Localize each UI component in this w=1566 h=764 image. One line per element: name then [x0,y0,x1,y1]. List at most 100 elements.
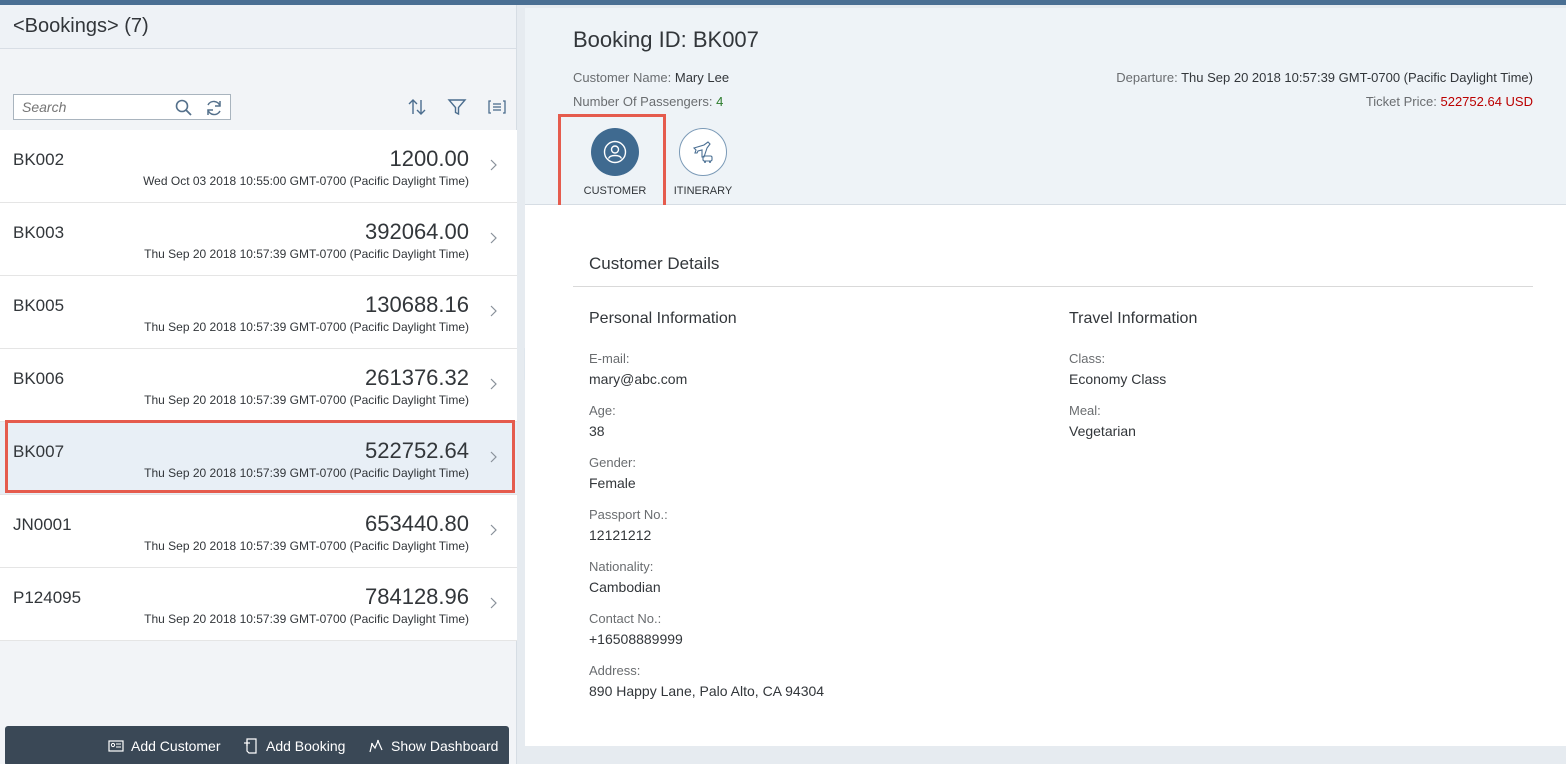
add-booking-label: Add Booking [266,738,346,754]
master-pane: <Bookings> (7) BK002 1200.00 Wed Oct 03 … [0,5,517,764]
booking-amount: 392064.00 [365,219,469,244]
booking-list: BK002 1200.00 Wed Oct 03 2018 10:55:00 G… [0,130,517,641]
nationality-value: Cambodian [589,579,661,595]
personal-info-title: Personal Information [589,310,737,327]
list-item[interactable]: BK002 1200.00 Wed Oct 03 2018 10:55:00 G… [0,130,517,203]
booking-amount: 261376.32 [365,365,469,390]
booking-date: Thu Sep 20 2018 10:57:39 GMT-0700 (Pacif… [144,539,469,553]
chevron-right-icon [488,158,498,172]
age-label: Age: [589,403,616,418]
customer-name-value: Mary Lee [674,70,730,85]
refresh-icon[interactable] [204,98,224,118]
booking-id: P124095 [13,588,82,607]
booking-date: Thu Sep 20 2018 10:57:39 GMT-0700 (Pacif… [144,466,469,480]
address-value: 890 Happy Lane, Palo Alto, CA 94304 [589,683,825,699]
ticket-price-value: 522752.64 USD [1440,94,1533,109]
ticket-price-attribute: Ticket Price: 522752.64 USD [1366,94,1533,109]
booking-date: Thu Sep 20 2018 10:57:39 GMT-0700 (Pacif… [144,247,469,261]
departure-value: Thu Sep 20 2018 10:57:39 GMT-0700 (Pacif… [1181,70,1533,85]
booking-id: BK007 [13,442,65,461]
booking-amount: 522752.64 [365,438,469,463]
email-value: mary@abc.com [589,371,688,387]
departure-label: Departure: [1116,70,1178,85]
meal-label: Meal: [1069,403,1101,418]
chevron-right-icon [488,450,498,464]
booking-date: Thu Sep 20 2018 10:57:39 GMT-0700 (Pacif… [144,393,469,407]
booking-amount: 653440.80 [365,511,469,536]
booking-date: Wed Oct 03 2018 10:55:00 GMT-0700 (Pacif… [143,174,469,188]
list-item[interactable]: BK006 261376.32 Thu Sep 20 2018 10:57:39… [0,349,517,422]
chevron-right-icon [488,596,498,610]
booking-date: Thu Sep 20 2018 10:57:39 GMT-0700 (Pacif… [144,320,469,334]
booking-date: Thu Sep 20 2018 10:57:39 GMT-0700 (Pacif… [144,612,469,626]
booking-amount: 784128.96 [365,584,469,609]
booking-amount: 130688.16 [365,292,469,317]
email-label: E-mail: [589,351,630,366]
ticket-price-label: Ticket Price: [1365,94,1437,109]
booking-id: BK005 [13,296,65,315]
filter-icon[interactable] [447,97,467,117]
tab-customer[interactable]: CUSTOMER [565,120,665,200]
search-icon[interactable] [174,98,194,118]
booking-title: Booking ID: BK007 [573,27,759,52]
travel-icon [679,128,727,176]
passengers-value: 4 [716,94,724,109]
customer-name-attribute: Customer Name: Mary Lee [573,70,729,85]
gender-label: Gender: [589,455,636,470]
tab-customer-label: CUSTOMER [583,185,647,197]
sort-icon[interactable] [407,97,427,117]
master-footer-toolbar: Add Customer Add Booking Show Dashboard [5,726,509,764]
list-item[interactable]: BK003 392064.00 Thu Sep 20 2018 10:57:39… [0,203,517,276]
list-item[interactable]: JN0001 653440.80 Thu Sep 20 2018 10:57:3… [0,495,517,568]
customer-icon [591,128,639,176]
meal-value: Vegetarian [1069,423,1136,439]
travel-info-title: Travel Information [1069,310,1198,327]
add-customer-button[interactable]: Add Customer [108,726,228,764]
tab-itinerary-label: ITINERARY [673,185,733,197]
master-title: <Bookings> (7) [0,5,516,49]
tab-itinerary[interactable]: ITINERARY [653,120,753,200]
chevron-right-icon [488,231,498,245]
chevron-right-icon [488,523,498,537]
master-toolbar [0,87,516,127]
customer-details-section: Customer Details Personal Information Tr… [525,205,1566,746]
show-dashboard-label: Show Dashboard [391,738,499,754]
booking-id: BK002 [13,150,65,169]
contact-label: Contact No.: [589,611,662,626]
gender-value: Female [589,475,636,491]
search-field[interactable] [13,94,231,120]
nationality-label: Nationality: [589,559,654,574]
class-label: Class: [1069,351,1106,366]
section-title: Customer Details [589,254,720,273]
list-item-selected[interactable]: BK007 522752.64 Thu Sep 20 2018 10:57:39… [0,422,517,495]
passengers-label: Number Of Passengers: [573,94,713,109]
page-footer-strip [525,746,1566,764]
booking-amount: 1200.00 [389,146,469,171]
add-customer-icon [108,740,124,752]
age-value: 38 [589,423,605,439]
class-value: Economy Class [1069,371,1167,387]
group-icon[interactable] [487,97,507,117]
list-item[interactable]: BK005 130688.16 Thu Sep 20 2018 10:57:39… [0,276,517,349]
chevron-right-icon [488,304,498,318]
add-booking-icon [244,738,257,754]
dashboard-icon [369,739,383,753]
passengers-attribute: Number Of Passengers: 4 [573,94,723,109]
chevron-right-icon [488,377,498,391]
list-item[interactable]: P124095 784128.96 Thu Sep 20 2018 10:57:… [0,568,517,641]
search-input[interactable] [14,95,164,119]
departure-attribute: Departure: Thu Sep 20 2018 10:57:39 GMT-… [1116,70,1533,85]
add-customer-label: Add Customer [131,738,221,754]
passport-value: 12121212 [589,527,652,543]
booking-id: BK006 [13,369,65,388]
passport-label: Passport No.: [589,507,668,522]
booking-id: BK003 [13,223,65,242]
contact-value: +16508889999 [589,631,683,647]
object-header: Booking ID: BK007 Customer Name: Mary Le… [525,8,1566,205]
address-label: Address: [589,663,641,678]
booking-id: JN0001 [13,515,72,534]
customer-name-label: Customer Name: [573,70,672,85]
show-dashboard-button[interactable]: Show Dashboard [368,726,503,764]
section-divider [573,286,1533,287]
add-booking-button[interactable]: Add Booking [243,726,353,764]
